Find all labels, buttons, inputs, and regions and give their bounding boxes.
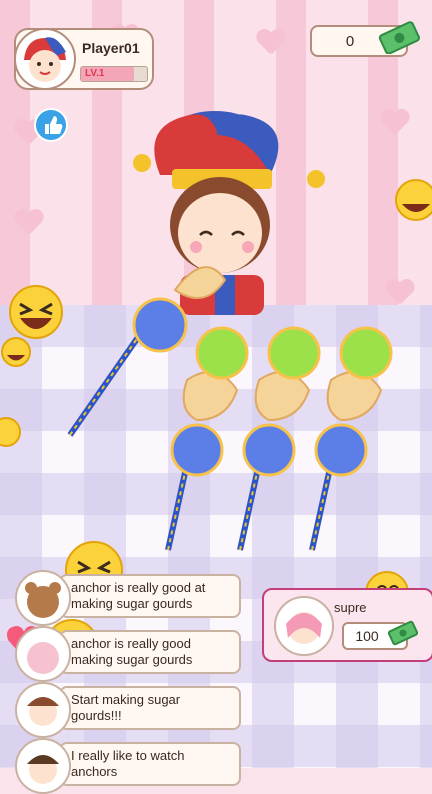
blueberry-fruit xyxy=(132,297,188,353)
coin-value: 0 xyxy=(345,33,355,50)
chat-text: Start making sugar gourds!!! xyxy=(71,692,181,723)
chat-text: anchor is really good making sugar gourd… xyxy=(71,636,193,667)
price-value: 100 xyxy=(355,628,379,644)
laughing-emoji-icon xyxy=(1,337,31,367)
avatar xyxy=(15,682,71,738)
money-icon xyxy=(388,620,418,646)
skewer xyxy=(165,326,249,551)
skewer-area xyxy=(67,266,393,551)
skewer xyxy=(237,326,321,551)
player-avatar[interactable] xyxy=(14,28,76,90)
customer-order-card[interactable]: supre 100 xyxy=(262,588,432,662)
skewer xyxy=(309,326,393,551)
laughing-emoji-icon xyxy=(9,285,63,339)
chat-bubble: anchor is really good making sugar gourd… xyxy=(59,630,241,674)
dumpling-fruit xyxy=(173,266,227,299)
chat-text: I really like to watch anchors xyxy=(71,748,185,779)
chat-bubble: Start making sugar gourds!!! xyxy=(59,686,241,730)
customer-name: supre xyxy=(334,600,367,615)
chat-bubble: anchor is really good at making sugar go… xyxy=(59,574,241,618)
heart-decoration xyxy=(380,110,410,136)
chat-message: anchor is really good at making sugar go… xyxy=(15,570,241,626)
avatar xyxy=(15,626,71,682)
chat-bubble: I really like to watch anchors xyxy=(59,742,241,786)
chat-message: Start making sugar gourds!!! xyxy=(15,682,241,738)
laughing-emoji-icon xyxy=(395,179,432,221)
player-card[interactable]: Player01 LV.1 xyxy=(14,28,154,90)
player-name: Player01 xyxy=(82,40,140,56)
level-label: LV.1 xyxy=(85,68,105,79)
laughing-emoji-icon xyxy=(0,417,21,447)
chat-message: I really like to watch anchors xyxy=(15,738,241,794)
avatar xyxy=(15,738,71,794)
heart-decoration xyxy=(256,30,286,56)
avatar xyxy=(15,570,71,626)
customer-avatar xyxy=(274,596,334,656)
money-icon xyxy=(378,21,420,54)
heart-decoration xyxy=(14,210,44,236)
thumbs-up-icon[interactable] xyxy=(34,108,68,142)
chat-text: anchor is really good at making sugar go… xyxy=(71,580,206,611)
level-progress-bar: LV.1 xyxy=(80,66,148,82)
chat-message: anchor is really good making sugar gourd… xyxy=(15,626,241,682)
